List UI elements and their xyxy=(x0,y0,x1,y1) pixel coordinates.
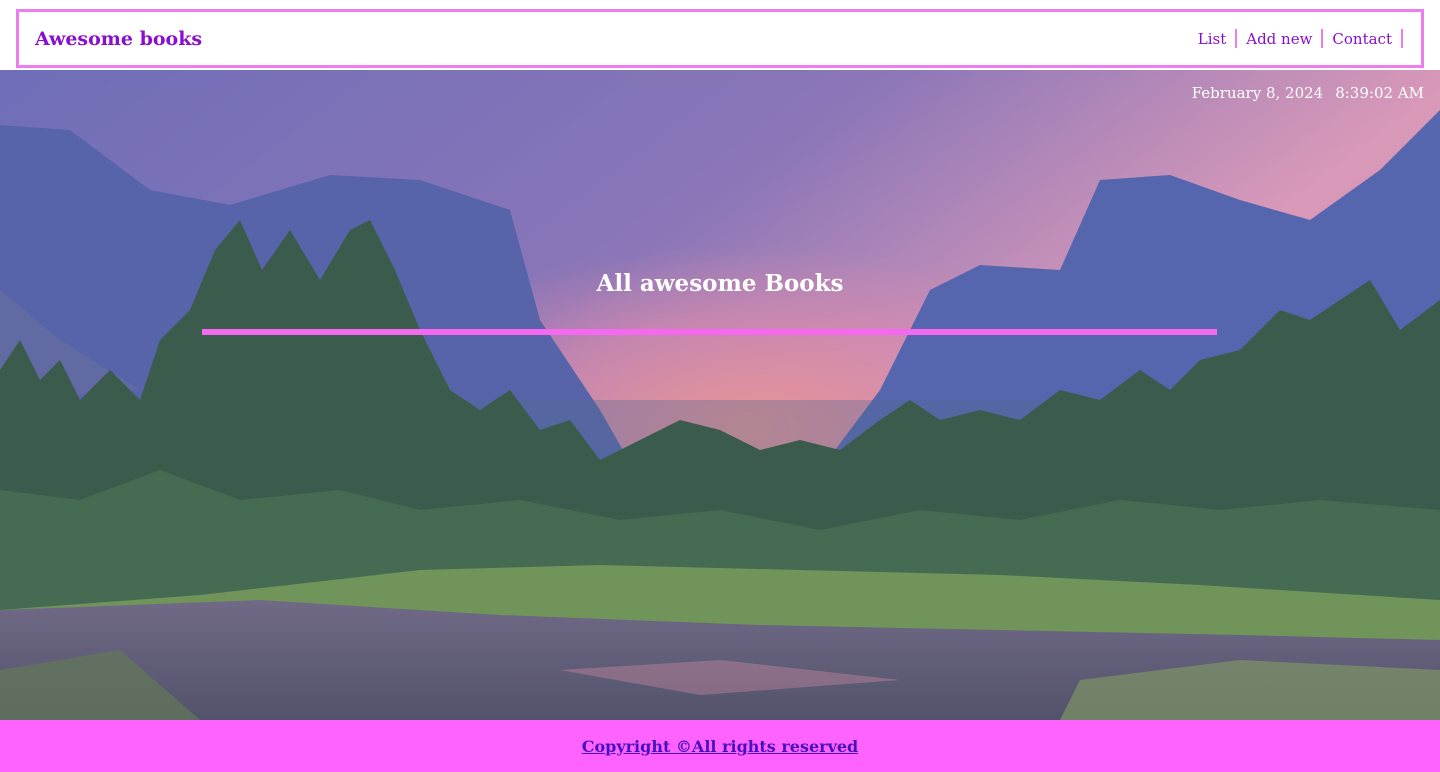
nav-add-new-link[interactable]: Add new xyxy=(1237,30,1321,48)
current-date: February 8, 2024 xyxy=(1191,84,1324,102)
site-footer: Copyright ©All rights reserved xyxy=(0,720,1440,772)
main-nav: List Add new Contact xyxy=(1189,29,1403,48)
navbar: Awesome books List Add new Contact xyxy=(16,9,1424,68)
section-title: All awesome Books xyxy=(596,270,844,297)
nav-contact-link[interactable]: Contact xyxy=(1323,30,1401,48)
date-time-display: February 8, 2024 8:39:02 AM xyxy=(1192,84,1424,102)
brand-title[interactable]: Awesome books xyxy=(35,28,202,50)
hero-section: February 8, 2024 8:39:02 AM All awesome … xyxy=(0,70,1440,720)
title-underline-divider xyxy=(202,329,1217,335)
hero-tint-overlay xyxy=(0,70,1440,720)
copyright-link[interactable]: Copyright ©All rights reserved xyxy=(582,737,859,756)
site-header: Awesome books List Add new Contact xyxy=(0,0,1440,70)
nav-list-link[interactable]: List xyxy=(1189,30,1235,48)
nav-divider xyxy=(1401,29,1403,48)
current-time: 8:39:02 AM xyxy=(1335,84,1424,102)
